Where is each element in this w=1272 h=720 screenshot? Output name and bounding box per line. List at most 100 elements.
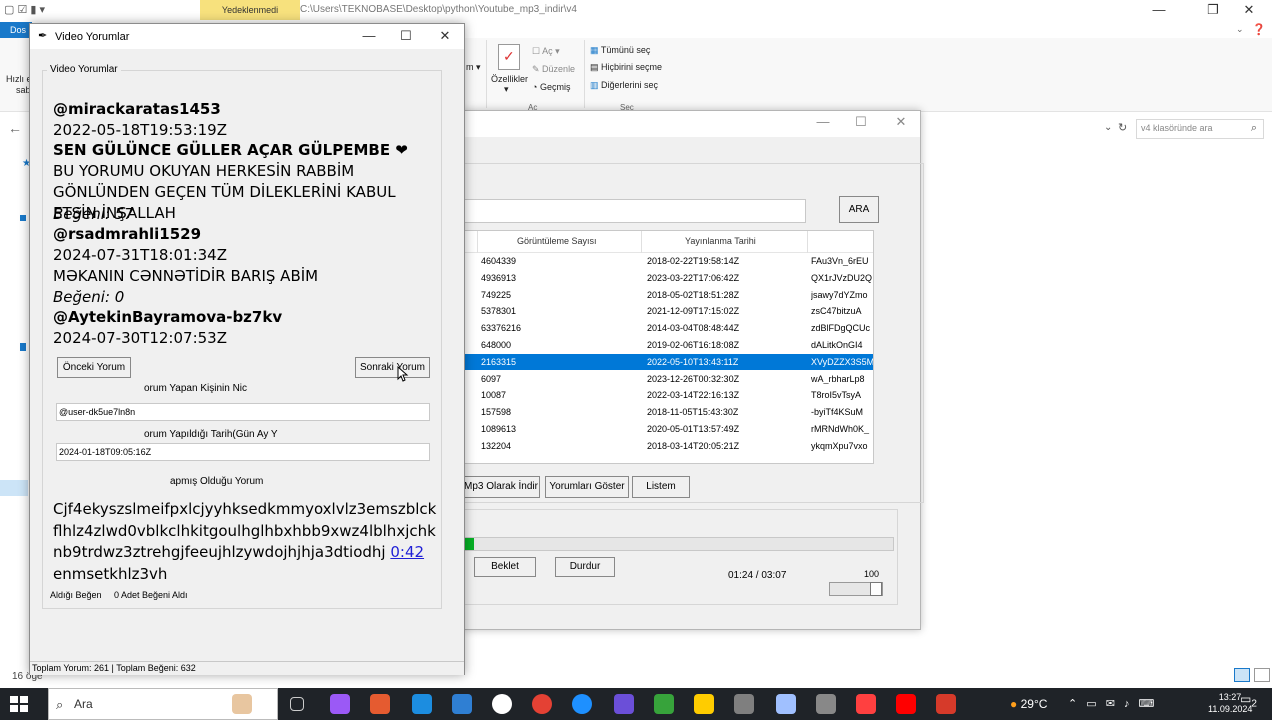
obs-icon[interactable]: [572, 694, 592, 714]
tab-file[interactable]: Dos: [0, 22, 32, 38]
cell-views: 4936913: [481, 272, 517, 283]
editor-icon[interactable]: [776, 694, 796, 714]
explorer-minimize-icon[interactable]: —: [1136, 0, 1182, 22]
ribbon-partial-label-1: Hızlı e: [6, 74, 32, 84]
history-button[interactable]: ◔ Geçmiş: [532, 82, 570, 92]
chrome-icon[interactable]: [492, 694, 512, 714]
table-row[interactable]: 10087 2022-03-14T22:16:13Z T8roI5vTsyA: [465, 387, 873, 404]
quick-access-toolbar[interactable]: ▢ ☑ ▮ ▾: [4, 3, 45, 16]
invert-selection-label: Diğerlerini seç: [601, 80, 659, 90]
cell-date: 2022-05-10T13:43:11Z: [647, 356, 739, 367]
file-explorer-icon[interactable]: [694, 694, 714, 714]
context-tab[interactable]: Yedeklenmedi: [200, 0, 300, 20]
table-row[interactable]: 4604339 2018-02-22T19:58:14Z FAu3Vn_6rEU: [465, 253, 873, 270]
properties-icon[interactable]: ✓: [498, 44, 520, 70]
game-icon[interactable]: [816, 694, 836, 714]
table-row[interactable]: 6097 2023-12-26T00:32:30Z wA_rbharLp8: [465, 371, 873, 388]
clover-icon[interactable]: [654, 694, 674, 714]
refresh-icon[interactable]: ↻: [1118, 121, 1127, 134]
column-header-views[interactable]: Görüntüleme Sayısı: [517, 236, 597, 246]
recorder-icon[interactable]: [896, 694, 916, 714]
explorer-search-box[interactable]: v4 klasöründe ara ⌕: [1136, 119, 1264, 139]
column-header-date[interactable]: Yayınlanma Tarihi: [685, 236, 756, 246]
table-row[interactable]: 5378301 2021-12-09T17:15:02Z zsC47bitzuA: [465, 303, 873, 320]
show-comments-button[interactable]: Yorumları Göster: [545, 476, 629, 498]
nav-item-icon[interactable]: [20, 343, 26, 351]
feather-icon: ✒: [38, 30, 48, 42]
date-entry[interactable]: 2024-01-18T09:05:16Z: [56, 443, 430, 461]
ribbon-collapse-icon[interactable]: ⌄: [1236, 24, 1244, 35]
details-view-icon[interactable]: [1234, 668, 1250, 682]
volume-slider-thumb[interactable]: [870, 582, 882, 596]
video-search-input[interactable]: [464, 199, 806, 223]
table-row[interactable]: 132204 2018-03-14T20:05:21Z ykqmXpu7vxo: [465, 438, 873, 455]
taskbar-search-placeholder: Ara: [74, 697, 93, 711]
edge-icon[interactable]: [532, 694, 552, 714]
ribbon-dropdown-arrow[interactable]: m ▾: [466, 62, 481, 73]
address-dropdown-icon[interactable]: ⌄: [1104, 122, 1112, 133]
next-comment-button[interactable]: Sonraki Yorum: [355, 357, 430, 378]
close-icon[interactable]: ✕: [422, 26, 468, 48]
nav-item-icon[interactable]: [20, 215, 26, 221]
volume-slider[interactable]: [829, 582, 883, 596]
explorer-titlebar: [0, 0, 1272, 22]
mp3-download-button[interactable]: Mp3 Olarak İndir: [462, 476, 540, 498]
column-separator[interactable]: [477, 231, 478, 253]
office-icon[interactable]: [370, 694, 390, 714]
ribbon-separator: [584, 40, 585, 108]
cell-date: 2014-03-04T08:48:44Z: [647, 323, 740, 334]
windows-start-icon[interactable]: [10, 696, 28, 712]
table-row[interactable]: 2163315 2022-05-10T13:43:11Z XVyDZZX3S5M: [465, 353, 873, 371]
timestamp-link[interactable]: 0:42: [390, 543, 424, 561]
tools-icon[interactable]: [734, 694, 754, 714]
weather-temp: 29°C: [1020, 697, 1048, 711]
system-tray-icons[interactable]: ⌃ ▭ ✉ ♪ ⌨: [1068, 697, 1157, 710]
table-row[interactable]: 157598 2018-11-05T15:43:30Z -byiTf4KSuM: [465, 404, 873, 421]
help-icon[interactable]: ❓: [1252, 23, 1266, 36]
nav-selected-item[interactable]: [0, 480, 28, 496]
properties-button[interactable]: Özellikler: [491, 74, 528, 84]
mail-icon[interactable]: [412, 694, 432, 714]
cell-id: jsawy7dYZmo: [811, 289, 868, 300]
properties-dropdown-icon[interactable]: ▾: [504, 84, 509, 95]
playback-progress-bar[interactable]: [464, 537, 894, 551]
large-icons-view-icon[interactable]: [1254, 668, 1270, 682]
pause-button[interactable]: Beklet: [474, 557, 536, 577]
cell-views: 2163315: [481, 356, 517, 367]
table-row[interactable]: 1089613 2020-05-01T13:57:49Z rMRNdWh0K_: [465, 421, 873, 438]
table-row[interactable]: 648000 2019-02-06T16:18:08Z dALitkOnGI4: [465, 337, 873, 354]
my-list-button[interactable]: Listem: [632, 476, 690, 498]
open-button[interactable]: ☐ Aç ▾: [532, 46, 560, 57]
invert-selection-button[interactable]: ▥ Diğerlerini seç: [590, 80, 658, 91]
select-none-button[interactable]: ▤ Hiçbirini seçme: [590, 62, 662, 73]
nick-entry[interactable]: @user-dk5ue7ln8n: [56, 403, 430, 421]
explorer-close-icon[interactable]: ✕: [1226, 0, 1272, 22]
photos-icon[interactable]: [614, 694, 634, 714]
column-separator[interactable]: [641, 231, 642, 253]
cell-date: 2023-03-22T17:06:42Z: [647, 272, 740, 283]
castle-widget-icon[interactable]: [232, 694, 252, 714]
copilot-icon[interactable]: [330, 694, 350, 714]
table-row[interactable]: 4936913 2023-03-22T17:06:42Z QX1rJVzDU2Q: [465, 270, 873, 287]
media-icon[interactable]: [936, 694, 956, 714]
cell-id: zdBlFDgQCUc: [811, 323, 871, 334]
back-arrow-icon[interactable]: ←: [8, 120, 22, 136]
task-view-icon[interactable]: [290, 697, 304, 711]
previous-comment-button[interactable]: Önceki Yorum: [57, 357, 131, 378]
select-all-button[interactable]: ▦ Tümünü seç: [590, 45, 650, 56]
table-row[interactable]: 749225 2018-05-02T18:51:28Z jsawy7dYZmo: [465, 287, 873, 304]
video-results-table[interactable]: Görüntüleme Sayısı Yayınlanma Tarihi 460…: [464, 230, 874, 464]
comment-date: 2024-07-31T18:01:34Z: [53, 246, 227, 264]
mouse-cursor-icon: [397, 366, 409, 382]
opera-icon[interactable]: [856, 694, 876, 714]
column-separator[interactable]: [807, 231, 808, 253]
cell-id: rMRNdWh0K_: [811, 424, 870, 434]
steam-icon[interactable]: [452, 694, 472, 714]
weather-widget[interactable]: ● 29°C: [1010, 697, 1047, 711]
search-button[interactable]: ARA: [839, 196, 879, 223]
notification-center-icon[interactable]: ▭2: [1240, 692, 1257, 709]
table-row[interactable]: 63376216 2014-03-04T08:48:44Z zdBlFDgQCUc: [465, 320, 873, 337]
stop-button[interactable]: Durdur: [555, 557, 615, 577]
edit-button[interactable]: ✎ Düzenle: [532, 64, 575, 75]
app-close-icon[interactable]: ✕: [878, 112, 924, 134]
